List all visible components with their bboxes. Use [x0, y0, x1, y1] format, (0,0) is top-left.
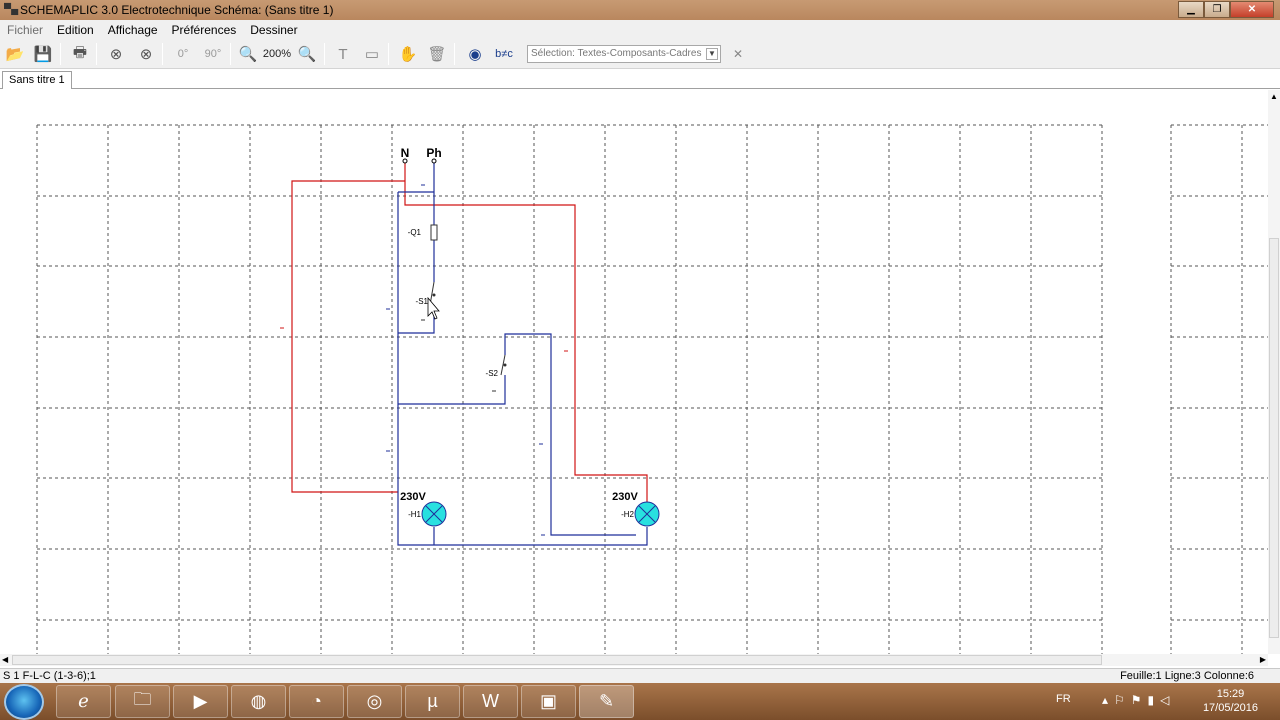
- text-tool-icon[interactable]: T: [331, 42, 355, 66]
- utorrent-icon[interactable]: µ: [405, 685, 460, 718]
- scroll-left-icon[interactable]: ◀: [2, 655, 8, 664]
- lamp-h1[interactable]: 230V -H1: [400, 491, 447, 527]
- horizontal-scroll-thumb[interactable]: [12, 655, 1102, 665]
- zoom-in-icon[interactable]: 🔍: [236, 42, 260, 66]
- clear-selection-icon[interactable]: ✕: [726, 42, 750, 66]
- zoom-level-button[interactable]: 200%: [262, 42, 292, 66]
- selection-filter-value: Sélection: Textes-Composants-Cadres: [531, 48, 702, 59]
- weibo-icon[interactable]: ◔: [289, 685, 344, 718]
- window-app-icon[interactable]: ▣: [521, 685, 576, 718]
- menu-preferences[interactable]: Préférences: [165, 20, 244, 39]
- selection-filter-select[interactable]: Sélection: Textes-Composants-Cadres ▼: [527, 45, 721, 63]
- status-sheet-info: Feuille:1 Ligne:3 Colonne:6: [1120, 670, 1254, 682]
- toolbar-separator: [388, 43, 389, 65]
- language-indicator[interactable]: FR: [1056, 693, 1071, 705]
- word-icon[interactable]: W: [463, 685, 518, 718]
- lamp-h2[interactable]: 230V -H2: [612, 491, 660, 527]
- component-library-icon[interactable]: b≠c: [492, 42, 516, 66]
- phase-terminal[interactable]: [431, 158, 437, 164]
- breaker-q1[interactable]: -Q1: [408, 224, 438, 241]
- vertical-scroll-thumb[interactable]: [1269, 238, 1279, 638]
- tray-icons[interactable]: ▴⚐⚑▮◁: [1102, 693, 1175, 707]
- neutral-terminal[interactable]: [402, 158, 408, 164]
- h2-voltage: 230V: [612, 491, 638, 503]
- trash-icon[interactable]: 🗑: [425, 42, 449, 66]
- title-bar: ▀▄ SCHEMAPLIC 3.0 Electrotechnique Schém…: [0, 0, 1280, 20]
- rotate-90-button[interactable]: 90°: [198, 42, 228, 66]
- q1-label: -Q1: [408, 228, 422, 237]
- h1-label: -H1: [408, 510, 421, 519]
- delete-wire-icon[interactable]: ⊗: [134, 42, 158, 66]
- close-button[interactable]: ✕: [1230, 1, 1274, 18]
- app-icon: ▀▄: [4, 4, 19, 15]
- toolbar-separator: [324, 43, 325, 65]
- menu-fichier[interactable]: Fichier: [0, 20, 50, 39]
- menu-affichage[interactable]: Affichage: [101, 20, 165, 39]
- file-explorer-icon[interactable]: 🗀: [115, 685, 170, 718]
- schematic-canvas[interactable]: N Ph -Q1 -S1 -S2 230V -H1 230V -H2: [0, 90, 1268, 654]
- document-tab-bar: Sans titre 1: [0, 69, 1280, 89]
- mouse-cursor-icon: [427, 296, 440, 320]
- toolbar-separator: [60, 43, 61, 65]
- s1-label: -S1: [416, 297, 429, 306]
- supply-terminals: N Ph: [401, 146, 442, 164]
- menu-edition[interactable]: Edition: [50, 20, 101, 39]
- open-folder-icon[interactable]: 📂: [3, 42, 27, 66]
- window-title: SCHEMAPLIC 3.0 Electrotechnique Schéma: …: [20, 3, 334, 17]
- h1-voltage: 230V: [400, 491, 426, 503]
- toolbar-separator: [454, 43, 455, 65]
- schemaplic-taskbar-icon[interactable]: ✎: [579, 685, 634, 718]
- toolbar-separator: [162, 43, 163, 65]
- start-button[interactable]: [4, 684, 44, 720]
- phase-wires[interactable]: [291, 180, 648, 502]
- neutral-label: N: [401, 146, 410, 160]
- minimize-button[interactable]: ▁: [1178, 1, 1204, 18]
- toolbar-separator: [230, 43, 231, 65]
- rotate-0-button[interactable]: 0°: [168, 42, 198, 66]
- system-tray: FR ▴⚐⚑▮◁ 15:29 17/05/2016: [1040, 683, 1280, 720]
- status-position: S 1 F-L-C (1-3-6);1: [3, 670, 96, 682]
- maximize-button[interactable]: ❐: [1204, 1, 1230, 18]
- wire-markers: [280, 184, 568, 536]
- window-controls: ▁ ❐ ✕: [1178, 1, 1274, 18]
- internet-explorer-icon[interactable]: ℯ: [56, 685, 111, 718]
- media-player-icon[interactable]: ▶: [173, 685, 228, 718]
- menu-dessiner[interactable]: Dessiner: [243, 20, 304, 39]
- firefox-icon[interactable]: ◍: [231, 685, 286, 718]
- windows-taskbar: ℯ 🗀 ▶ ◍ ◔ ◎ µ W ▣ ✎ FR ▴⚐⚑▮◁ 15:29 17/05…: [0, 683, 1280, 720]
- vertical-scrollbar[interactable]: ▲: [1268, 90, 1280, 654]
- s2-label: -S2: [486, 369, 499, 378]
- horizontal-scrollbar[interactable]: ◀ ▶: [0, 654, 1268, 666]
- delete-component-icon[interactable]: ⊗: [104, 42, 128, 66]
- clock[interactable]: 15:29 17/05/2016: [1203, 687, 1258, 715]
- phase-label: Ph: [426, 146, 441, 160]
- zoom-out-icon[interactable]: 🔍: [295, 42, 319, 66]
- frame-tool-icon[interactable]: ▭: [360, 42, 384, 66]
- clock-time: 15:29: [1216, 688, 1245, 700]
- switch-s1[interactable]: -S1: [416, 281, 436, 306]
- menu-bar: Fichier Edition Affichage Préférences De…: [0, 20, 1280, 39]
- sheet-grid: [36, 124, 1268, 654]
- scroll-up-icon[interactable]: ▲: [1270, 92, 1278, 101]
- tab-sans-titre-1[interactable]: Sans titre 1: [2, 71, 72, 89]
- status-bar: S 1 F-L-C (1-3-6);1 Feuille:1 Ligne:3 Co…: [0, 668, 1280, 683]
- h2-label: -H2: [621, 510, 634, 519]
- chrome-icon[interactable]: ◎: [347, 685, 402, 718]
- toolbar-separator: [96, 43, 97, 65]
- clock-date: 17/05/2016: [1202, 702, 1258, 714]
- schematic-drawing: N Ph -Q1 -S1 -S2 230V -H1 230V -H2: [36, 124, 1268, 654]
- chevron-down-icon[interactable]: ▼: [706, 48, 718, 60]
- save-icon[interactable]: 💾: [31, 42, 55, 66]
- switch-s2[interactable]: -S2: [486, 354, 507, 378]
- simulation-icon[interactable]: ◉: [463, 42, 487, 66]
- neutral-wires[interactable]: [397, 162, 648, 546]
- print-icon[interactable]: 🖶: [68, 42, 92, 66]
- scroll-right-icon[interactable]: ▶: [1260, 655, 1266, 664]
- hand-tool-icon[interactable]: ✋: [396, 42, 420, 66]
- toolbar: 📂 💾 🖶 ⊗ ⊗ 0° 90° 🔍 200% 🔍 T ▭ ✋ 🗑 ◉ b≠c …: [0, 39, 1280, 69]
